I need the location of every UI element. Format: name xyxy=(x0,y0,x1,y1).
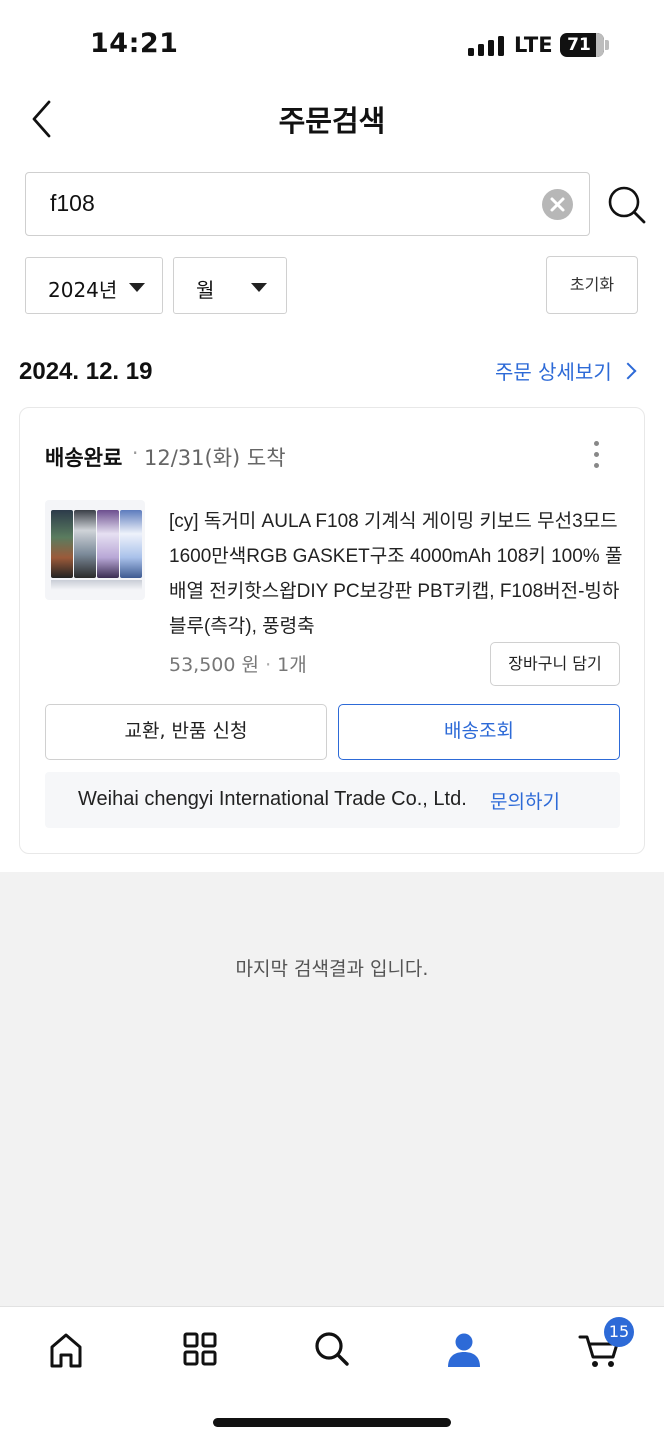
inquiry-link[interactable]: 문의하기 xyxy=(490,787,560,814)
nav-my-page[interactable] xyxy=(434,1325,494,1373)
caret-down-icon xyxy=(129,283,145,292)
search-input[interactable] xyxy=(50,173,530,234)
home-icon xyxy=(50,1333,82,1368)
search-icon xyxy=(608,186,646,224)
status-time: 14:21 xyxy=(90,28,179,59)
seller-box: Weihai chengyi International Trade Co., … xyxy=(45,772,620,828)
delivery-status: 배송완료 xyxy=(45,446,123,470)
order-card: 배송완료 · 12/31(화) 도착 [cy] 독거미 AULA F108 기계… xyxy=(19,407,645,854)
network-type: LTE xyxy=(514,33,553,57)
product-price: 53,500 원 xyxy=(169,654,260,676)
order-detail-label: 주문 상세보기 xyxy=(495,360,612,384)
clear-button[interactable] xyxy=(542,189,573,220)
year-select[interactable]: 2024년 xyxy=(25,257,163,314)
year-select-value: 2024년 xyxy=(48,278,118,302)
seller-name: Weihai chengyi International Trade Co., … xyxy=(78,788,467,810)
battery-cap xyxy=(605,40,609,50)
product-thumbnail[interactable] xyxy=(45,500,145,600)
my-page-person-icon xyxy=(448,1333,480,1367)
status-separator: · xyxy=(132,441,139,465)
home-indicator xyxy=(213,1418,451,1427)
arrival-date: 12/31(화) 도착 xyxy=(144,446,286,470)
clear-circle-icon xyxy=(550,197,565,212)
battery-level: 71 xyxy=(567,35,591,55)
nav-search[interactable] xyxy=(302,1325,362,1373)
product-name[interactable]: [cy] 독거미 AULA F108 기계식 게이밍 키보드 무선3모드 160… xyxy=(169,504,625,644)
delivery-tracking-button[interactable]: 배송조회 xyxy=(338,704,620,760)
battery-icon: 71 xyxy=(560,33,604,57)
status-bar: 14:21 LTE 71 xyxy=(0,0,664,90)
category-grid-icon xyxy=(183,1332,217,1366)
header: 주문검색 xyxy=(0,90,664,148)
order-date: 2024. 12. 19 xyxy=(19,358,153,385)
search-icon xyxy=(315,1332,349,1366)
cart-count-badge: 15 xyxy=(604,1317,634,1347)
page-title: 주문검색 xyxy=(278,104,386,138)
signal-icon xyxy=(468,36,504,56)
search-box xyxy=(25,172,590,236)
product-quantity: 1개 xyxy=(277,654,307,676)
price-line: 53,500 원 · 1개 xyxy=(169,650,307,677)
nav-home[interactable] xyxy=(36,1325,96,1373)
end-of-results-message: 마지막 검색결과 입니다. xyxy=(235,958,429,980)
exchange-return-button[interactable]: 교환, 반품 신청 xyxy=(45,704,327,760)
reset-button[interactable]: 초기화 xyxy=(546,256,638,314)
results-end-area: 마지막 검색결과 입니다. xyxy=(0,872,664,1308)
month-select[interactable]: 월 xyxy=(173,257,287,314)
caret-down-icon xyxy=(251,283,267,292)
price-separator: · xyxy=(265,654,272,676)
more-options-icon[interactable] xyxy=(590,440,604,470)
month-select-value: 월 xyxy=(196,278,215,302)
order-detail-link[interactable]: 주문 상세보기 xyxy=(495,356,637,385)
add-to-cart-button[interactable]: 장바구니 담기 xyxy=(490,642,620,686)
search-button[interactable] xyxy=(606,184,648,226)
chevron-right-icon xyxy=(619,362,637,380)
nav-category[interactable] xyxy=(170,1325,230,1373)
